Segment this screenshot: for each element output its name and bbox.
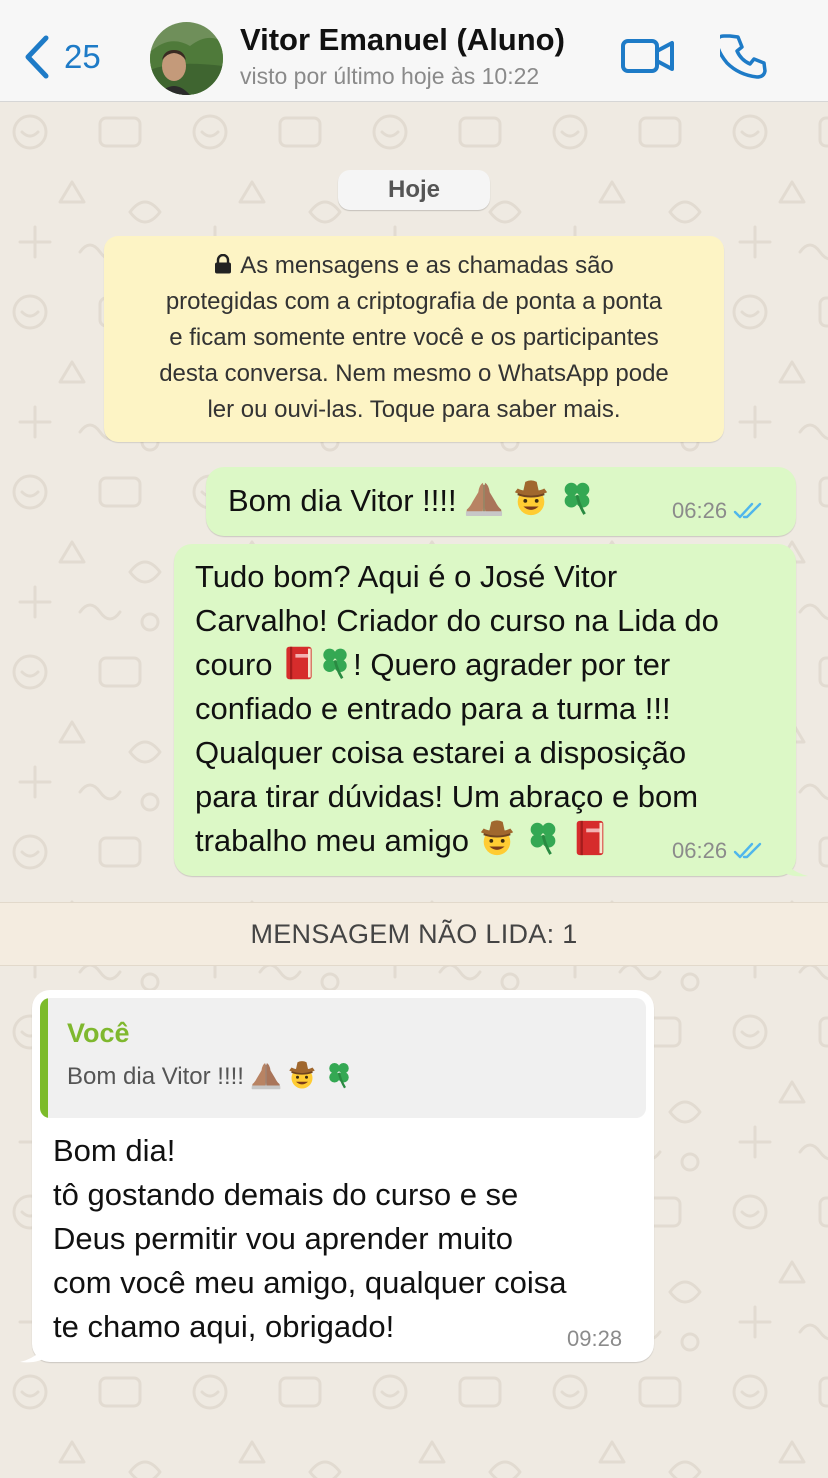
- message-meta: 09:28: [567, 1326, 622, 1352]
- quoted-message[interactable]: Você Bom dia Vitor !!!!: [40, 998, 646, 1118]
- phone-call-icon[interactable]: [720, 32, 768, 80]
- double-check-icon: [733, 841, 763, 861]
- encryption-line-2: protegidas com a criptografia de ponta a…: [165, 288, 663, 315]
- incoming-message-body: Bom dia! tô gostando demais do curso e s…: [53, 1129, 566, 1349]
- quote-accent-bar: [40, 998, 48, 1118]
- outgoing-message[interactable]: Tudo bom? Aqui é o José Vitor Carvalho! …: [174, 544, 796, 876]
- unread-messages-divider: MENSAGEM NÃO LIDA: 1: [0, 902, 828, 966]
- four-leaf-clover-emoji: [317, 645, 353, 681]
- message-time: 06:26: [672, 498, 728, 523]
- chat-header: 25 Vitor Emanuel (Aluno) visto por últim…: [0, 0, 828, 102]
- four-leaf-clover-emoji: [324, 1060, 354, 1090]
- four-leaf-clover-emoji: [524, 819, 562, 857]
- red-book-emoji: [281, 645, 317, 681]
- message-line: Qualquer coisa estarei a disposição: [195, 735, 687, 770]
- four-leaf-clover-emoji: [558, 479, 596, 517]
- cowboy-emoji: [478, 819, 516, 857]
- message-line: com você meu amigo, qualquer coisa: [53, 1265, 567, 1300]
- message-line: trabalho meu amigo: [195, 819, 719, 863]
- video-call-icon[interactable]: [620, 34, 676, 78]
- cowboy-emoji: [512, 479, 550, 517]
- message-meta: 06:26: [672, 498, 763, 524]
- message-line: tô gostando demais do curso e se: [53, 1177, 519, 1212]
- folded-hands-emoji: [465, 479, 503, 517]
- encryption-line-4: desta conversa. Nem mesmo o WhatsApp pod…: [159, 360, 669, 387]
- message-time: 09:28: [567, 1326, 623, 1351]
- cowboy-emoji: [287, 1060, 317, 1090]
- encryption-line-3: e ficam somente entre você e os particip…: [169, 324, 659, 351]
- double-check-icon: [733, 501, 763, 521]
- message-meta: 06:26: [672, 838, 763, 864]
- contact-name[interactable]: Vitor Emanuel (Aluno): [240, 22, 565, 58]
- message-time: 06:26: [672, 838, 728, 863]
- message-line: Tudo bom? Aqui é o José Vitor: [195, 559, 618, 594]
- red-book-emoji: [571, 819, 609, 857]
- message-line: Carvalho! Criador do curso na Lida do: [195, 603, 719, 638]
- last-seen-status: visto por último hoje às 10:22: [240, 63, 540, 89]
- bubble-tail: [20, 1336, 48, 1363]
- quote-author: Você: [67, 1018, 130, 1048]
- message-line: te chamo aqui, obrigado!: [53, 1309, 395, 1344]
- message-line: confiado e entrado para a turma !!!: [195, 691, 671, 726]
- encryption-line-5: ler ou ouvi-las. Toque para saber mais.: [207, 396, 621, 423]
- lock-icon: [215, 254, 232, 274]
- back-button[interactable]: 25: [22, 34, 101, 80]
- message-text: Bom dia Vitor !!!!: [228, 483, 457, 518]
- date-separator: Hoje: [338, 170, 490, 210]
- message-line: couro ! Quero agrader por ter: [195, 645, 671, 682]
- back-chevron-icon: [25, 35, 49, 79]
- message-line: Bom dia!: [53, 1133, 176, 1168]
- message-line: Deus permitir vou aprender muito: [53, 1221, 514, 1256]
- bubble-tail: [780, 850, 808, 877]
- encryption-line-1: As mensagens e as chamadas são: [104, 248, 724, 284]
- message-line: para tirar dúvidas! Um abraço e bom: [195, 779, 699, 814]
- contact-avatar[interactable]: [150, 22, 223, 95]
- quote-text: Bom dia Vitor !!!!: [67, 1060, 354, 1091]
- folded-hands-emoji: [251, 1060, 281, 1090]
- unread-chats-count: 25: [64, 38, 101, 75]
- encryption-notice[interactable]: As mensagens e as chamadas são protegida…: [104, 236, 724, 442]
- outgoing-message[interactable]: Bom dia Vitor !!!! 06:26: [206, 467, 796, 536]
